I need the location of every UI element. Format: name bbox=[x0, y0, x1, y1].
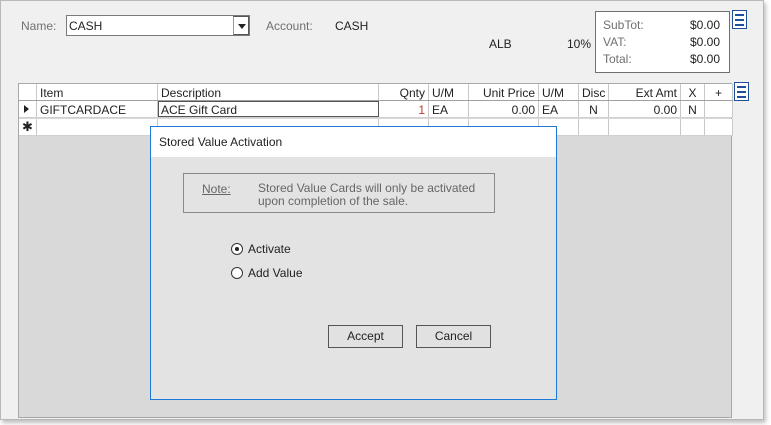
note-label: Note: bbox=[202, 182, 231, 196]
col-item[interactable]: Item bbox=[37, 84, 158, 100]
stored-value-dialog: Stored Value Activation Note: Stored Val… bbox=[150, 126, 557, 400]
col-description[interactable]: Description bbox=[158, 84, 379, 100]
total-value: $0.00 bbox=[689, 52, 720, 66]
subtotal-value: $0.00 bbox=[689, 18, 720, 32]
total-label: Total: bbox=[603, 52, 632, 66]
vat-rate: 10% bbox=[567, 37, 592, 51]
row-selector[interactable] bbox=[19, 101, 37, 117]
radio-add-value-label[interactable]: Add Value bbox=[248, 266, 303, 280]
account-value: CASH bbox=[335, 19, 369, 33]
cell-qnty[interactable]: 1 bbox=[379, 101, 429, 117]
col-unit-price[interactable]: Unit Price bbox=[469, 84, 539, 100]
account-label: Account: bbox=[266, 19, 313, 33]
col-plus[interactable]: + bbox=[705, 84, 733, 100]
chevron-down-icon[interactable] bbox=[233, 16, 249, 35]
radio-activate-label[interactable]: Activate bbox=[248, 242, 291, 256]
col-um[interactable]: U/M bbox=[429, 84, 469, 100]
cell-item[interactable]: GIFTCARDACE bbox=[37, 101, 158, 117]
totals-panel: SubTot: $0.00 VAT: $0.00 Total: $0.00 bbox=[595, 11, 730, 73]
col-um2[interactable]: U/M bbox=[539, 84, 579, 100]
table-row[interactable]: GIFTCARDACE ACE Gift Card 1 EA 0.00 EA N… bbox=[19, 101, 733, 118]
grid-header: Item Description Qnty U/M Unit Price U/M… bbox=[19, 84, 733, 101]
cell-um[interactable]: EA bbox=[429, 101, 469, 117]
cell-um2[interactable]: EA bbox=[539, 101, 579, 117]
note-box: Note: Stored Value Cards will only be ac… bbox=[183, 173, 495, 213]
col-disc[interactable]: Disc bbox=[579, 84, 609, 100]
grid-menu-icon[interactable] bbox=[734, 82, 749, 101]
col-ext-amt[interactable]: Ext Amt bbox=[609, 84, 681, 100]
vat-label: VAT: bbox=[603, 35, 627, 49]
subtotal-label: SubTot: bbox=[603, 18, 644, 32]
dialog-title: Stored Value Activation bbox=[151, 127, 556, 157]
vat-value: $0.00 bbox=[689, 35, 720, 49]
totals-menu-icon[interactable] bbox=[732, 10, 747, 29]
name-label: Name: bbox=[21, 19, 57, 33]
radio-add-value-indicator[interactable] bbox=[231, 267, 243, 279]
name-value: CASH bbox=[69, 19, 103, 33]
cell-description[interactable]: ACE Gift Card bbox=[158, 101, 379, 117]
note-text: Stored Value Cards will only be activate… bbox=[258, 181, 476, 208]
col-qnty[interactable]: Qnty bbox=[379, 84, 429, 100]
name-combo[interactable]: CASH bbox=[66, 15, 250, 36]
invoice-window: Name: CASH Account: CASH ALB 10% SubTot:… bbox=[0, 0, 764, 420]
store-code: ALB bbox=[489, 37, 512, 51]
cell-ext-amt[interactable]: 0.00 bbox=[609, 101, 681, 117]
cell-unit-price[interactable]: 0.00 bbox=[469, 101, 539, 117]
cancel-button[interactable]: Cancel bbox=[416, 325, 491, 348]
radio-activate-indicator[interactable] bbox=[231, 243, 243, 255]
cell-x[interactable]: N bbox=[681, 101, 705, 117]
cell-disc[interactable]: N bbox=[579, 101, 609, 117]
col-x[interactable]: X bbox=[681, 84, 705, 100]
new-row-icon[interactable]: ✱ bbox=[19, 119, 37, 135]
accept-button[interactable]: Accept bbox=[328, 325, 403, 348]
